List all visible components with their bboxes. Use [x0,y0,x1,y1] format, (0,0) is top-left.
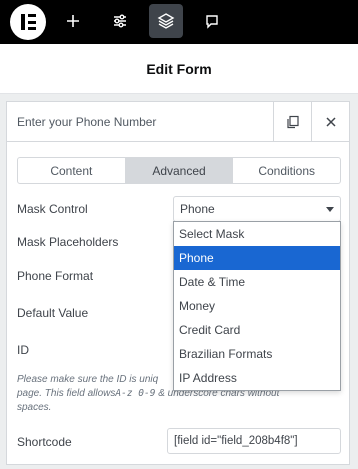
panel-header: Edit Form [0,44,358,94]
mask-control-select[interactable]: Phone [173,196,341,222]
id-label: ID [17,343,29,357]
shortcode-input[interactable]: [field id="field_208b4f8"] [167,428,341,454]
mask-control-value: Phone [180,202,215,216]
comments-icon[interactable] [195,4,229,38]
chevron-down-icon [326,206,334,212]
tab-content[interactable]: Content [18,158,126,183]
shortcode-label: Shortcode [17,435,72,449]
default-value-label: Default Value [17,306,89,320]
id-help-code: A-z 0-9 [115,388,156,399]
option-date-time[interactable]: Date & Time [174,270,340,294]
option-select-mask[interactable]: Select Mask [174,222,340,246]
settings-sliders-icon[interactable] [103,4,137,38]
id-help-line-2: page. This field allows [17,388,116,399]
elementor-logo-icon[interactable] [10,4,46,40]
structure-layers-icon[interactable] [149,4,183,38]
add-icon[interactable] [56,4,90,38]
panel-title: Edit Form [146,60,212,77]
option-phone[interactable]: Phone [174,246,340,270]
duplicate-icon[interactable] [273,102,311,142]
field-item-label: Enter your Phone Number [17,115,157,129]
id-help-line-1: Please make sure the ID is uniq [17,374,159,385]
editor-toolbar [0,0,358,44]
mask-placeholders-label: Mask Placeholders [17,235,119,249]
remove-icon[interactable] [311,102,349,142]
phone-format-label: Phone Format [17,269,94,283]
option-credit-card[interactable]: Credit Card [174,318,340,342]
option-money[interactable]: Money [174,294,340,318]
field-item-header[interactable]: Enter your Phone Number [7,102,349,142]
option-ip-address[interactable]: IP Address [174,366,340,390]
option-brazilian-formats[interactable]: Brazilian Formats [174,342,340,366]
tab-advanced[interactable]: Advanced [125,158,234,183]
tab-conditions[interactable]: Conditions [233,158,340,183]
id-help-line-4: spaces. [17,402,52,413]
field-tabs: Content Advanced Conditions [17,157,341,184]
mask-control-label: Mask Control [17,202,88,216]
mask-control-dropdown: Select Mask Phone Date & Time Money Cred… [173,221,341,391]
